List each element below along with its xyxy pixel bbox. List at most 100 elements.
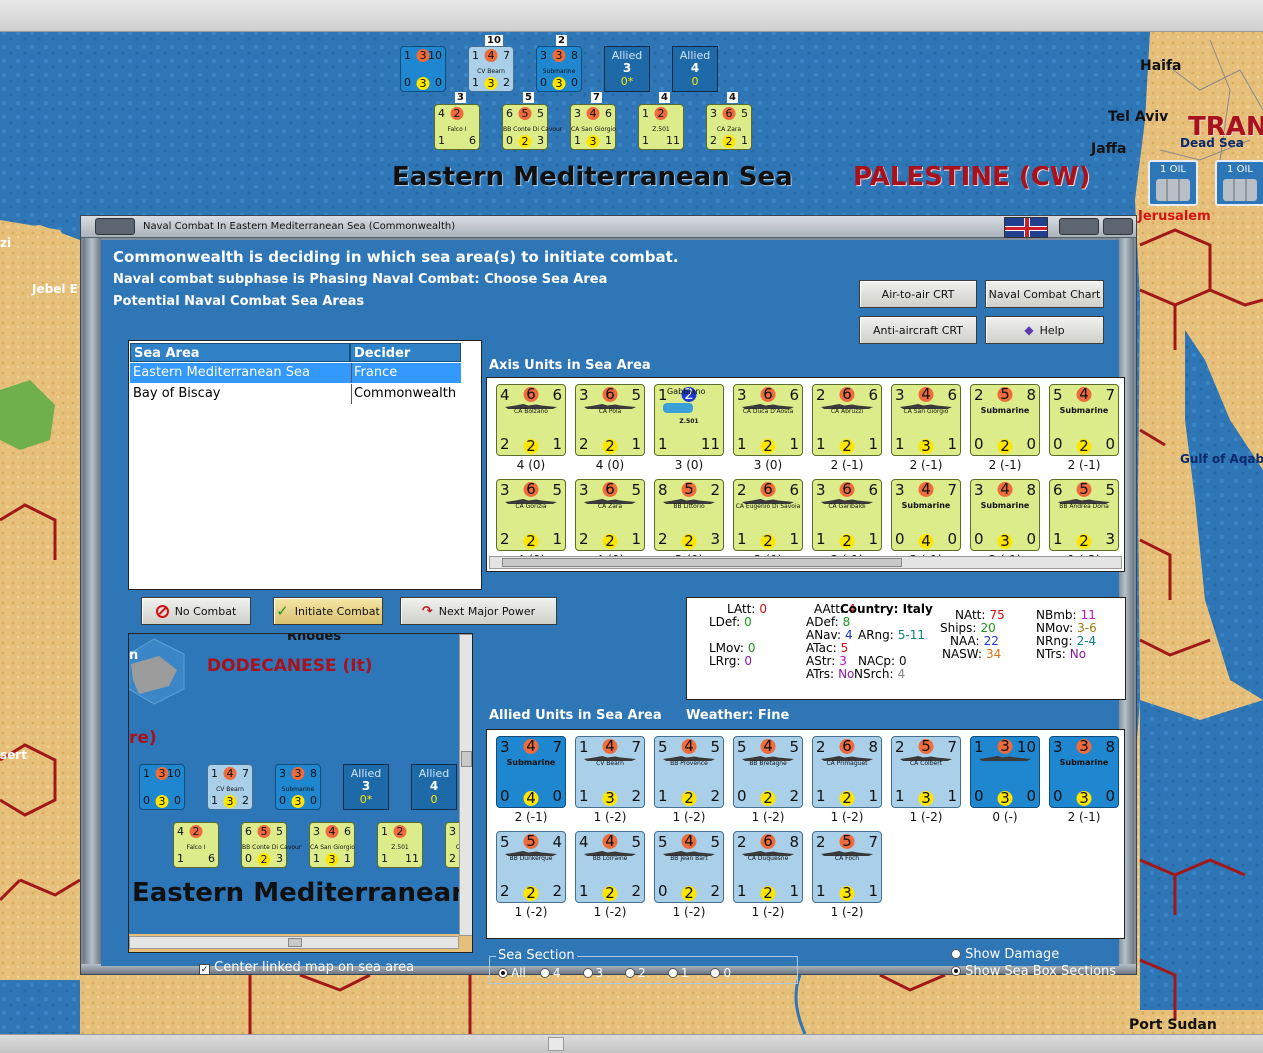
city-jerusalem[interactable]: Jerusalem [1138, 209, 1211, 224]
sea-section-option[interactable]: 2 [625, 966, 646, 980]
map-unit-counter[interactable]: 1 1 11 2 Z.501 [377, 822, 423, 868]
unit-counter[interactable]: 5 4 2 2 5 2 BB Dunkerque [496, 831, 566, 903]
sea-section-option[interactable]: 1 [667, 966, 688, 980]
counter-bl-value: 1 [658, 435, 668, 453]
sea-section-option[interactable]: All [498, 966, 526, 980]
oil-resource-1[interactable]: 1 OIL [1148, 160, 1198, 206]
show-sea-box-radio[interactable] [951, 966, 961, 976]
unit-counter[interactable]: 2 8 0 0 5 2 Submarine [970, 384, 1040, 456]
window-bottom-scrollbar[interactable] [0, 1034, 1263, 1053]
city-jaffa[interactable]: Jaffa [1091, 141, 1126, 157]
sea-section-radio[interactable] [625, 968, 636, 978]
column-header-sea-area[interactable]: Sea Area [130, 343, 350, 362]
map-unit-counter[interactable]: 1 10 0 0 3 3 [139, 764, 185, 810]
minimap-vscrollbar[interactable] [459, 634, 472, 936]
dialog-close-icon[interactable] [1103, 218, 1133, 235]
unit-counter[interactable]: 2 7 1 1 5 3 CA Colbert [891, 736, 961, 808]
unit-counter[interactable]: 3 6 1 1 6 2 CA Duca D'Aosta [733, 384, 803, 456]
air-to-air-crt-button[interactable]: Air-to-air CRT [859, 280, 977, 308]
linked-minimap[interactable]: Rhodes n DODECANESE (It) re) 1 10 0 0 3 3 1 7 1 2… [128, 633, 473, 953]
sea-section-radio[interactable] [667, 968, 678, 978]
sea-section-option[interactable]: 0 [710, 966, 731, 980]
unit-counter[interactable]: 3 8 0 0 4 3 Submarine [970, 479, 1040, 551]
sea-section-radio[interactable] [710, 968, 721, 978]
anti-aircraft-crt-button[interactable]: Anti-aircraft CRT [859, 316, 977, 344]
show-damage-radio[interactable] [951, 949, 961, 959]
allied-stack-box[interactable]: Allied 3 0* [604, 46, 650, 92]
map-unit-counter[interactable]: 6 5 0 3 5 2 BB Conte Di Cavour [502, 104, 562, 150]
unit-counter[interactable]: 2 6 1 1 6 2 CA Eugenio Di Savoia [733, 479, 803, 551]
sea-section-option[interactable]: 4 [539, 966, 561, 980]
country-stat: Country: Italy [840, 602, 933, 616]
initiate-combat-button[interactable]: ✓ Initiate Combat [273, 597, 383, 625]
dialog-titlebar[interactable]: Naval Combat In Eastern Mediterranean Se… [81, 216, 1136, 238]
map-unit-counter[interactable]: 1 7 1 2 4 3 CV Bearn [468, 46, 514, 92]
no-combat-button[interactable]: No Combat [141, 597, 251, 625]
minimap-hscroll-thumb[interactable] [288, 938, 302, 947]
column-header-decider[interactable]: Decider [350, 343, 461, 362]
counter-defense-circle: 2 [602, 886, 618, 901]
unit-counter[interactable]: 8 2 2 3 5 2 BB Littorio [654, 479, 724, 551]
axis-scrollbar[interactable] [489, 556, 1122, 569]
map-unit-counter[interactable]: 1 10 0 0 3 3 [400, 46, 446, 92]
city-port-sudan[interactable]: Port Sudan [1129, 1017, 1217, 1033]
sea-section-radio[interactable] [539, 968, 550, 978]
unit-counter[interactable]: 5 7 0 0 4 2 Submarine [1049, 384, 1119, 456]
naval-combat-chart-button[interactable]: Naval Combat Chart [985, 280, 1104, 308]
sea-section-radio[interactable] [582, 968, 593, 978]
unit-counter[interactable]: 2 8 1 1 6 2 CA Primaguet [812, 736, 882, 808]
map-unit-counter[interactable]: 3 6 1 1 4 3 CA San Giorgio [309, 822, 355, 868]
unit-counter[interactable]: 1 10 0 0 3 3 [970, 736, 1040, 808]
map-unit-counter[interactable]: 3 8 0 0 3 3 Submarine [275, 764, 321, 810]
allied-stack-box[interactable]: Allied 4 0 [411, 764, 457, 810]
map-unit-counter[interactable]: 4 1 6 2 Falco I [173, 822, 219, 868]
unit-counter[interactable]: 3 6 1 1 6 2 CA Garibaldi [812, 479, 882, 551]
map-unit-counter[interactable]: 3 8 0 0 3 3 Submarine [536, 46, 582, 92]
unit-counter[interactable]: 3 6 1 1 4 3 CA San Giorgio [891, 384, 961, 456]
unit-counter[interactable]: 3 7 0 0 4 4 Submarine [496, 736, 566, 808]
unit-counter[interactable]: 1 7 1 2 4 3 CV Bearn [575, 736, 645, 808]
map-unit-counter[interactable]: 1 7 1 2 4 3 CV Bearn [207, 764, 253, 810]
sea-section-option[interactable]: 3 [582, 966, 603, 980]
unit-counter[interactable]: 3 5 2 1 6 2 CA Gorizia [496, 479, 566, 551]
scroll-thumb[interactable] [548, 1037, 564, 1051]
map-unit-counter[interactable]: 352162CA Zara [706, 104, 752, 150]
dialog-minimize-icon[interactable] [1059, 218, 1099, 235]
unit-counter[interactable]: 3 7 0 0 4 4 Submarine [891, 479, 961, 551]
unit-counter[interactable]: 5 5 0 2 4 2 BB Jean Bart [654, 831, 724, 903]
allied-stack-box[interactable]: Allied 4 0 [672, 46, 718, 92]
table-row[interactable]: Bay of Biscay Commonwealth [130, 384, 461, 404]
unit-counter[interactable]: 4 5 1 2 4 2 BB Lorraine [575, 831, 645, 903]
unit-counter[interactable]: 5 5 1 2 4 2 BB Provence [654, 736, 724, 808]
unit-counter[interactable]: 1 1 11 2 Gabbiano Z.501 [654, 384, 724, 456]
center-linked-option[interactable]: ✓ Center linked map on sea area [199, 960, 414, 975]
unit-counter[interactable]: 2 6 1 1 6 2 CA Abruzzi [812, 384, 882, 456]
unit-counter[interactable]: 2 7 1 1 5 3 CA Foch [812, 831, 882, 903]
unit-counter[interactable]: 2 8 1 1 6 2 CA Duquesne [733, 831, 803, 903]
allied-stack-box[interactable]: Allied 3 0* [343, 764, 389, 810]
unit-counter[interactable]: 3 5 2 1 6 2 CA Zara [575, 479, 645, 551]
unit-counter[interactable]: 6 5 1 3 5 2 BB Andrea Doria [1049, 479, 1119, 551]
table-row[interactable]: Eastern Mediterranean Sea France [130, 363, 461, 383]
minimap-vscroll-thumb[interactable] [461, 751, 472, 767]
city-haifa[interactable]: Haifa [1140, 58, 1182, 74]
center-linked-checkbox[interactable]: ✓ [199, 964, 210, 975]
city-tel-aviv[interactable]: Tel Aviv [1108, 109, 1168, 125]
axis-scroll-thumb[interactable] [502, 558, 902, 567]
unit-counter[interactable]: 5 5 0 2 4 2 BB Bretagne [733, 736, 803, 808]
unit-counter[interactable]: 4 6 2 1 6 2 CA Bolzano [496, 384, 566, 456]
map-unit-counter[interactable]: 3 6 1 1 4 3 CA San Giorgio [570, 104, 616, 150]
map-unit-counter[interactable]: 1 1 11 2 Z.501 [638, 104, 684, 150]
unit-counter[interactable]: 3 5 2 1 6 2 CA Pola [575, 384, 645, 456]
oil-resource-2[interactable]: 1 OIL [1215, 160, 1263, 206]
show-sea-box-option[interactable]: Show Sea Box Sections [951, 964, 1116, 979]
sea-section-radio[interactable] [498, 968, 508, 978]
map-unit-counter[interactable]: 4 1 6 2 Falco I [434, 104, 480, 150]
next-major-power-button[interactable]: ↷ Next Major Power [400, 597, 557, 625]
minimap-hscrollbar[interactable] [129, 936, 459, 949]
show-damage-option[interactable]: Show Damage [951, 947, 1059, 962]
dialog-menu-icon[interactable] [95, 218, 135, 235]
map-unit-counter[interactable]: 6 5 0 3 5 2 BB Conte Di Cavour [241, 822, 301, 868]
unit-counter[interactable]: 3 8 0 0 3 3 Submarine [1049, 736, 1119, 808]
help-button[interactable]: ◆ Help [985, 316, 1104, 344]
